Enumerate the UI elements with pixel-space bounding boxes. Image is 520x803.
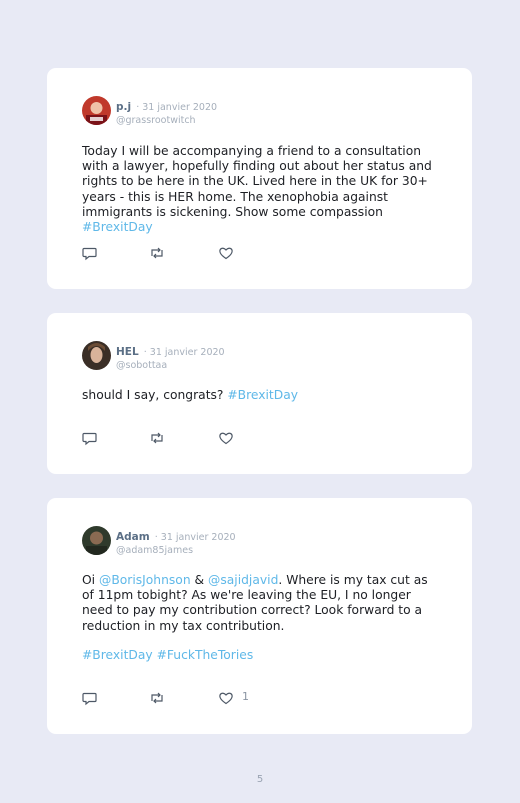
heart-icon[interactable] [218, 690, 234, 706]
author-name[interactable]: p.j [116, 101, 131, 113]
tweet-actions: 1 [82, 690, 282, 706]
tweet-card: HEL · 31 janvier 2020 @sobottaa should I… [47, 313, 472, 474]
avatar[interactable] [82, 341, 111, 370]
author-handle[interactable]: @sobottaa [116, 359, 225, 372]
tweet-actions [82, 430, 282, 446]
reply-icon[interactable] [82, 430, 98, 446]
retweet-icon[interactable] [149, 245, 165, 261]
tweet-header: HEL · 31 janvier 2020 @sobottaa [116, 343, 225, 372]
reply-icon[interactable] [82, 690, 98, 706]
hashtag-link[interactable]: #BrexitDay [82, 220, 153, 234]
tweet-card: p.j · 31 janvier 2020 @grassrootwitch To… [47, 68, 472, 289]
heart-icon[interactable] [218, 245, 234, 261]
page-number: 5 [256, 774, 264, 785]
author-name[interactable]: HEL [116, 346, 139, 358]
retweet-icon[interactable] [149, 690, 165, 706]
tweet-card: Adam · 31 janvier 2020 @adam85james Oi @… [47, 498, 472, 734]
author-handle[interactable]: @adam85james [116, 544, 236, 557]
tweet-text: should I say, congrats? #BrexitDay [82, 388, 442, 403]
tweet-body-start: Oi [82, 573, 100, 587]
hashtag-link[interactable]: #BrexitDay [227, 388, 298, 402]
tweet-text: Today I will be accompanying a friend to… [82, 144, 442, 235]
retweet-icon[interactable] [149, 430, 165, 446]
tweet-date: · 31 janvier 2020 [154, 532, 236, 543]
tweet-text: Oi @BorisJohnson & @sajidjavid. Where is… [82, 573, 442, 634]
mention-link[interactable]: @sajidjavid [208, 573, 278, 587]
tweet-hashtags: #BrexitDay #FuckTheTories [82, 648, 442, 663]
avatar[interactable] [82, 526, 111, 555]
like-count: 1 [242, 690, 249, 703]
hashtag-link[interactable]: #BrexitDay [82, 648, 153, 662]
heart-icon[interactable] [218, 430, 234, 446]
hashtag-link[interactable]: #FuckTheTories [157, 648, 254, 662]
tweet-actions [82, 245, 282, 261]
tweet-date: · 31 janvier 2020 [136, 102, 218, 113]
tweet-body: Today I will be accompanying a friend to… [82, 144, 432, 219]
tweet-header: Adam · 31 janvier 2020 @adam85james [116, 528, 236, 557]
author-handle[interactable]: @grassrootwitch [116, 114, 217, 127]
tweet-body: should I say, congrats? [82, 388, 228, 402]
mention-link[interactable]: @BorisJohnson [99, 573, 191, 587]
author-name[interactable]: Adam [116, 531, 150, 543]
tweet-date: · 31 janvier 2020 [143, 347, 225, 358]
avatar[interactable] [82, 96, 111, 125]
tweet-body-mid: & [190, 573, 209, 587]
tweet-header: p.j · 31 janvier 2020 @grassrootwitch [116, 98, 217, 127]
reply-icon[interactable] [82, 245, 98, 261]
